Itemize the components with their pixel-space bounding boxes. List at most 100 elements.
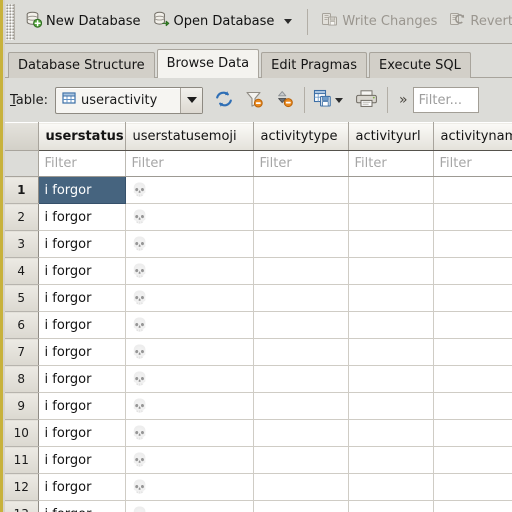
table-row[interactable]: 4i forgor 💀 [5, 257, 512, 285]
table-row[interactable]: 10 i forgor 💀 [5, 419, 512, 447]
write-changes-button[interactable]: Write Changes [315, 5, 443, 39]
table-row[interactable]: 13i forgor 💀 [5, 500, 512, 512]
filter-input-activitytype[interactable]: Filter [253, 150, 349, 177]
revert-changes-button[interactable]: Revert Changes [443, 5, 512, 39]
table-row[interactable]: 7i forgor 💀 [5, 338, 512, 366]
filter-input-activityurl[interactable]: Filter [348, 150, 434, 177]
cell-r12-c2[interactable] [253, 473, 349, 501]
cell-r3-c3[interactable] [348, 230, 434, 258]
table-selector-dropdown-button[interactable] [180, 87, 203, 113]
row-header-11[interactable]: 11 [5, 446, 39, 474]
cell-r6-c0[interactable]: i forgor [38, 311, 126, 339]
cell-r5-c2[interactable] [253, 284, 349, 312]
cell-r3-c4[interactable] [433, 230, 512, 258]
cell-r8-c3[interactable] [348, 365, 434, 393]
cell-r6-c4[interactable] [433, 311, 512, 339]
select-all-corner[interactable] [5, 122, 39, 151]
cell-r13-c2[interactable] [253, 500, 349, 512]
cell-r4-c1[interactable]: 💀 [125, 257, 254, 285]
data-grid[interactable]: userstatus userstatusemoji activitytype … [5, 122, 512, 512]
row-header-10[interactable]: 10 [5, 419, 39, 447]
cell-r9-c0[interactable]: i forgor [38, 392, 126, 420]
cell-r13-c1[interactable]: 💀 [125, 500, 254, 512]
new-database-button[interactable]: New Database [19, 5, 147, 39]
cell-r8-c0[interactable]: i forgor [38, 365, 126, 393]
filter-input-userstatus[interactable]: Filter [38, 150, 126, 177]
cell-r1-c2[interactable] [253, 176, 349, 204]
cell-r9-c4[interactable] [433, 392, 512, 420]
row-header-8[interactable]: 8 [5, 365, 39, 393]
cell-r5-c3[interactable] [348, 284, 434, 312]
cell-r1-c3[interactable] [348, 176, 434, 204]
cell-r12-c0[interactable]: i forgor [38, 473, 126, 501]
cell-r10-c4[interactable] [433, 419, 512, 447]
cell-r3-c2[interactable] [253, 230, 349, 258]
clear-sorting-button[interactable] [269, 85, 299, 115]
toolbar-overflow-button[interactable]: » [394, 93, 413, 107]
cell-r4-c4[interactable] [433, 257, 512, 285]
cell-r7-c4[interactable] [433, 338, 512, 366]
row-header-1[interactable]: 1 [5, 176, 39, 204]
column-header-activityname[interactable]: activityname [433, 122, 512, 151]
cell-r2-c4[interactable] [433, 203, 512, 231]
cell-r1-c0[interactable]: i forgor [38, 176, 126, 204]
cell-r2-c2[interactable] [253, 203, 349, 231]
cell-r1-c4[interactable] [433, 176, 512, 204]
cell-r2-c1[interactable]: 💀 [125, 203, 254, 231]
column-header-activityurl[interactable]: activityurl [348, 122, 434, 151]
cell-r2-c0[interactable]: i forgor [38, 203, 126, 231]
cell-r11-c0[interactable]: i forgor [38, 446, 126, 474]
row-header-9[interactable]: 9 [5, 392, 39, 420]
table-row[interactable]: 3i forgor 💀 [5, 230, 512, 258]
filter-input-userstatusemoji[interactable]: Filter [125, 150, 254, 177]
cell-r10-c1[interactable]: 💀 [125, 419, 254, 447]
table-row[interactable]: 11 i forgor 💀 [5, 446, 512, 474]
cell-r4-c0[interactable]: i forgor [38, 257, 126, 285]
cell-r6-c2[interactable] [253, 311, 349, 339]
table-row[interactable]: 9i forgor 💀 [5, 392, 512, 420]
tab-edit-pragmas[interactable]: Edit Pragmas [261, 52, 368, 78]
cell-r10-c0[interactable]: i forgor [38, 419, 126, 447]
cell-r12-c4[interactable] [433, 473, 512, 501]
row-header-13[interactable]: 13 [5, 500, 39, 512]
row-header-12[interactable]: 12 [5, 473, 39, 501]
cell-r3-c1[interactable]: 💀 [125, 230, 254, 258]
print-button[interactable] [351, 85, 381, 115]
row-header-2[interactable]: 2 [5, 203, 39, 231]
cell-r7-c2[interactable] [253, 338, 349, 366]
cell-r1-c1[interactable]: 💀 [125, 176, 254, 204]
cell-r11-c3[interactable] [348, 446, 434, 474]
cell-r9-c3[interactable] [348, 392, 434, 420]
tab-database-structure[interactable]: Database Structure [8, 52, 155, 78]
cell-r11-c2[interactable] [253, 446, 349, 474]
cell-r13-c3[interactable] [348, 500, 434, 512]
toolbar-drag-handle[interactable] [6, 3, 15, 40]
row-header-7[interactable]: 7 [5, 338, 39, 366]
open-database-button[interactable]: Open Database [147, 5, 301, 39]
cell-r9-c2[interactable] [253, 392, 349, 420]
cell-r2-c3[interactable] [348, 203, 434, 231]
cell-r11-c4[interactable] [433, 446, 512, 474]
table-selector-combobox[interactable]: useractivity [55, 86, 204, 114]
table-row[interactable]: 12 i forgor 💀 [5, 473, 512, 501]
cell-r7-c1[interactable]: 💀 [125, 338, 254, 366]
cell-r8-c2[interactable] [253, 365, 349, 393]
global-filter-input[interactable]: Filter... [412, 87, 479, 113]
cell-r4-c3[interactable] [348, 257, 434, 285]
save-results-button[interactable] [310, 85, 334, 115]
row-header-6[interactable]: 6 [5, 311, 39, 339]
row-header-4[interactable]: 4 [5, 257, 39, 285]
row-header-5[interactable]: 5 [5, 284, 39, 312]
chevron-down-icon[interactable] [284, 19, 293, 24]
cell-r10-c2[interactable] [253, 419, 349, 447]
cell-r5-c0[interactable]: i forgor [38, 284, 126, 312]
tab-browse-data[interactable]: Browse Data [156, 49, 260, 78]
table-row[interactable]: 6i forgor 💀 [5, 311, 512, 339]
cell-r6-c3[interactable] [348, 311, 434, 339]
cell-r5-c4[interactable] [433, 284, 512, 312]
cell-r8-c1[interactable]: 💀 [125, 365, 254, 393]
cell-r7-c0[interactable]: i forgor [38, 338, 126, 366]
cell-r10-c3[interactable] [348, 419, 434, 447]
filter-input-activityname[interactable]: Filter [433, 150, 512, 177]
column-header-activitytype[interactable]: activitytype [253, 122, 349, 151]
